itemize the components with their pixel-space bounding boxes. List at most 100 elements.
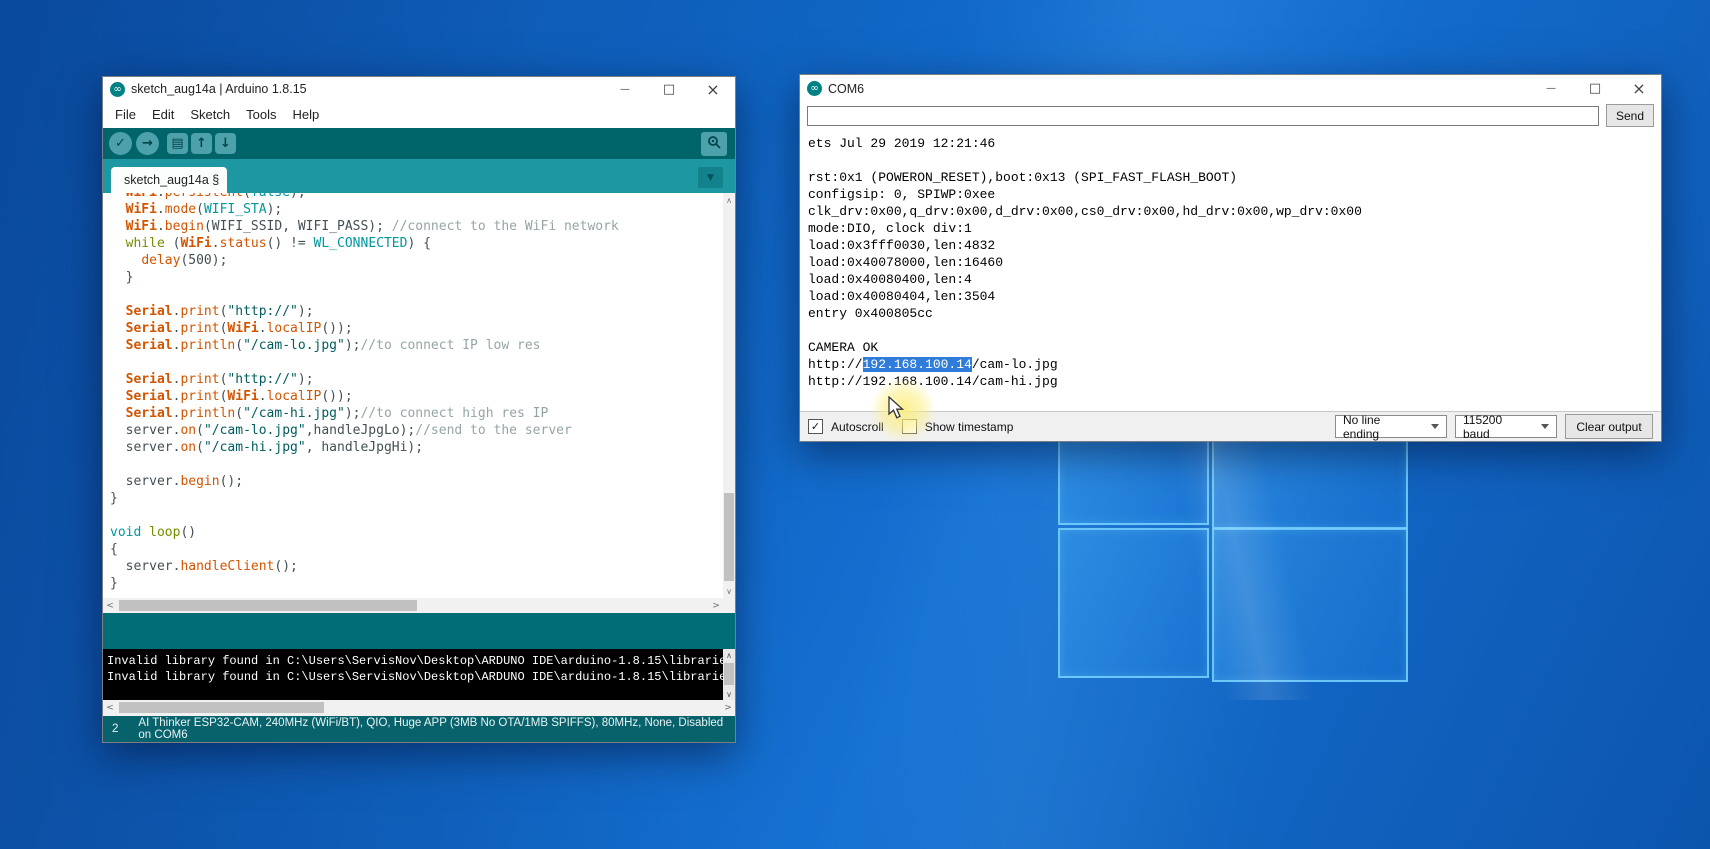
close-icon: × (706, 80, 719, 99)
scroll-right-icon[interactable]: > (721, 700, 735, 715)
windows-logo-pane-bottom-left (1058, 528, 1209, 678)
console-vscroll-thumb[interactable] (724, 663, 734, 685)
code-line: } (110, 575, 723, 592)
scroll-down-icon[interactable]: ∨ (723, 584, 735, 598)
code-line: Serial.println("/cam-hi.jpg");//to conne… (110, 405, 723, 422)
tab-list-dropdown-button[interactable]: ▼ (698, 167, 723, 188)
serial-line: load:0x40080404,len:3504 (808, 288, 1661, 305)
status-line-number: 2 (112, 723, 118, 735)
scroll-up-icon[interactable]: ∧ (723, 649, 735, 661)
arduino-app-icon: ∞ (110, 82, 125, 97)
chevron-down-icon: ▼ (707, 173, 714, 183)
code-line: Serial.print(WiFi.localIP()); (110, 388, 723, 405)
ide-console[interactable]: Invalid library found in C:\Users\Servis… (103, 649, 723, 700)
new-sketch-icon: ▤ (171, 136, 183, 151)
save-icon: ↓ (220, 136, 231, 151)
autoscroll-label: Autoscroll (831, 420, 884, 434)
serial-line: load:0x3fff0030,len:4832 (808, 237, 1661, 254)
show-timestamp-checkbox[interactable] (902, 419, 917, 434)
checkbox-check-icon: ✓ (811, 420, 820, 433)
editor-vertical-scrollbar[interactable]: ∧ ∨ (723, 193, 735, 598)
ide-titlebar[interactable]: ∞ sketch_aug14a | Arduino 1.8.15 — □ × (103, 77, 735, 102)
tab-sketch-aug14a[interactable]: sketch_aug14a § (111, 167, 227, 193)
code-line: delay(500); (110, 252, 723, 269)
save-sketch-button[interactable]: ↓ (215, 133, 236, 154)
code-line: server.begin(); (110, 473, 723, 490)
maximize-icon: □ (663, 82, 675, 97)
serial-line: clk_drv:0x00,q_drv:0x00,d_drv:0x00,cs0_d… (808, 203, 1661, 220)
verify-check-icon: ✓ (115, 136, 126, 151)
console-horizontal-scrollbar[interactable]: < > (103, 700, 735, 716)
desktop: { "colors": { "toolbar_teal": "#00646b",… (0, 0, 1710, 849)
minimize-icon: — (1546, 83, 1556, 94)
windows-logo-pane-bottom-right (1212, 528, 1408, 682)
serial-close-button[interactable]: × (1617, 75, 1661, 102)
code-line: WiFi.begin(WIFI_SSID, WIFI_PASS); //conn… (110, 218, 723, 235)
ide-minimize-button[interactable]: — (603, 77, 647, 101)
maximize-icon: □ (1589, 81, 1601, 96)
editor-horizontal-scrollbar[interactable]: < > (103, 598, 723, 613)
scroll-right-icon[interactable]: > (709, 598, 723, 613)
code-line: Serial.println("/cam-lo.jpg");//to conne… (110, 337, 723, 354)
scroll-corner (723, 598, 735, 613)
code-line (110, 507, 723, 524)
send-button[interactable]: Send (1606, 104, 1654, 127)
upload-arrow-icon: → (142, 136, 153, 151)
new-sketch-button[interactable]: ▤ (167, 133, 188, 154)
menu-item-file[interactable]: File (107, 104, 144, 125)
baud-rate-dropdown[interactable]: 115200 baud (1455, 415, 1557, 438)
code-line: while (WiFi.status() != WL_CONNECTED) { (110, 235, 723, 252)
console-line: Invalid library found in C:\Users\Servis… (107, 669, 723, 685)
serial-minimize-button[interactable]: — (1529, 75, 1573, 102)
scroll-down-icon[interactable]: ∨ (723, 688, 735, 700)
clear-output-button[interactable]: Clear output (1565, 414, 1653, 439)
line-ending-value: No line ending (1343, 413, 1419, 441)
console-vertical-scrollbar[interactable]: ∧ ∨ (723, 649, 735, 700)
serial-monitor-button[interactable] (701, 132, 727, 156)
menu-item-help[interactable]: Help (284, 104, 327, 125)
code-area[interactable]: WiFi.persistent(false); WiFi.mode(WIFI_S… (103, 193, 723, 598)
serial-line: load:0x40078000,len:16460 (808, 254, 1661, 271)
autoscroll-checkbox[interactable]: ✓ (808, 419, 823, 434)
open-sketch-button[interactable]: ↑ (191, 133, 212, 154)
serial-window-title: COM6 (828, 82, 864, 96)
code-line: } (110, 269, 723, 286)
menu-item-tools[interactable]: Tools (238, 104, 284, 125)
ide-message-strip (103, 613, 735, 649)
serial-input[interactable] (807, 106, 1599, 126)
windows-logo-pane-top-left (1058, 437, 1209, 525)
serial-line: mode:DIO, clock div:1 (808, 220, 1661, 237)
ide-statusbar: 2 AI Thinker ESP32-CAM, 240MHz (WiFi/BT)… (103, 716, 735, 742)
scroll-left-icon[interactable]: < (103, 598, 117, 613)
console-hscroll-thumb[interactable] (119, 702, 324, 713)
ide-maximize-button[interactable]: □ (647, 77, 691, 101)
line-ending-dropdown[interactable]: No line ending (1335, 415, 1447, 438)
chevron-down-icon (1431, 424, 1439, 429)
code-line: } (110, 490, 723, 507)
arduino-ide-window: ∞ sketch_aug14a | Arduino 1.8.15 — □ × F… (102, 76, 736, 743)
serial-monitor-window: ∞ COM6 — □ × Send ets Jul 29 2019 12:21:… (799, 74, 1662, 442)
editor-vscroll-thumb[interactable] (724, 493, 734, 581)
baud-rate-value: 115200 baud (1463, 413, 1529, 441)
menu-item-sketch[interactable]: Sketch (182, 104, 238, 125)
serial-titlebar[interactable]: ∞ COM6 — □ × (800, 75, 1661, 102)
code-line: { (110, 541, 723, 558)
serial-maximize-button[interactable]: □ (1573, 75, 1617, 102)
serial-line (808, 152, 1661, 169)
scroll-left-icon[interactable]: < (103, 700, 117, 715)
serial-line: ets Jul 29 2019 12:21:46 (808, 135, 1661, 152)
ide-close-button[interactable]: × (691, 77, 735, 101)
open-icon: ↑ (196, 136, 207, 151)
serial-line: configsip: 0, SPIWP:0xee (808, 186, 1661, 203)
code-line: WiFi.mode(WIFI_STA); (110, 201, 723, 218)
menu-item-edit[interactable]: Edit (144, 104, 182, 125)
code-line: server.on("/cam-lo.jpg",handleJpgLo);//s… (110, 422, 723, 439)
scroll-up-icon[interactable]: ∧ (723, 193, 735, 207)
editor-hscroll-thumb[interactable] (119, 600, 417, 611)
code-line: Serial.print(WiFi.localIP()); (110, 320, 723, 337)
ide-window-title: sketch_aug14a | Arduino 1.8.15 (131, 82, 307, 96)
minimize-icon: — (620, 84, 630, 95)
upload-button[interactable]: → (136, 132, 159, 155)
verify-button[interactable]: ✓ (109, 132, 132, 155)
serial-output[interactable]: ets Jul 29 2019 12:21:46 rst:0x1 (POWERO… (800, 129, 1661, 411)
